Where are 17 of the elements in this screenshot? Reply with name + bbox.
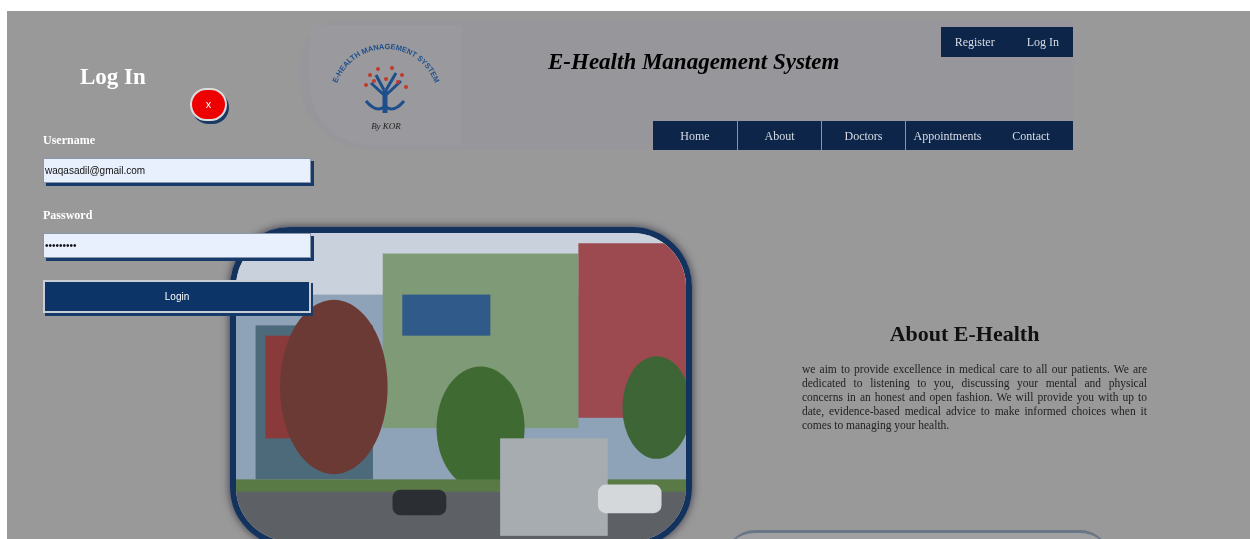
nav-link[interactable]: Contact bbox=[989, 121, 1073, 150]
login-title: Log In bbox=[80, 63, 146, 91]
input-field[interactable]: waqasadil@gmail.com bbox=[43, 158, 311, 183]
nav-link[interactable]: About bbox=[737, 121, 821, 150]
site-title: E-Health Management System bbox=[548, 48, 840, 76]
nav-link[interactable]: Appointments bbox=[905, 121, 989, 150]
about-text: we aim to provide excellence in medical care to all our patients. We are dedicated to listening to you, discussing your mental and physical concerns in an honest and open fashion. We will provide you with up to date, evidence-based medical advice to make informed choices when it comes to managing your health. bbox=[802, 362, 1147, 432]
nav-link[interactable]: Doctors bbox=[821, 121, 905, 150]
field-label: Password bbox=[43, 208, 94, 222]
account-link[interactable]: Log In bbox=[1026, 33, 1059, 51]
nav-link[interactable]: Home bbox=[653, 121, 737, 150]
close-button[interactable]: x bbox=[190, 88, 227, 121]
field-label: Username bbox=[43, 133, 96, 147]
account-link[interactable]: Register bbox=[954, 33, 995, 51]
login-button[interactable]: Login bbox=[43, 280, 311, 313]
input-field[interactable]: ••••••••• bbox=[43, 233, 311, 258]
about-heading: About E-Health bbox=[888, 320, 1041, 348]
